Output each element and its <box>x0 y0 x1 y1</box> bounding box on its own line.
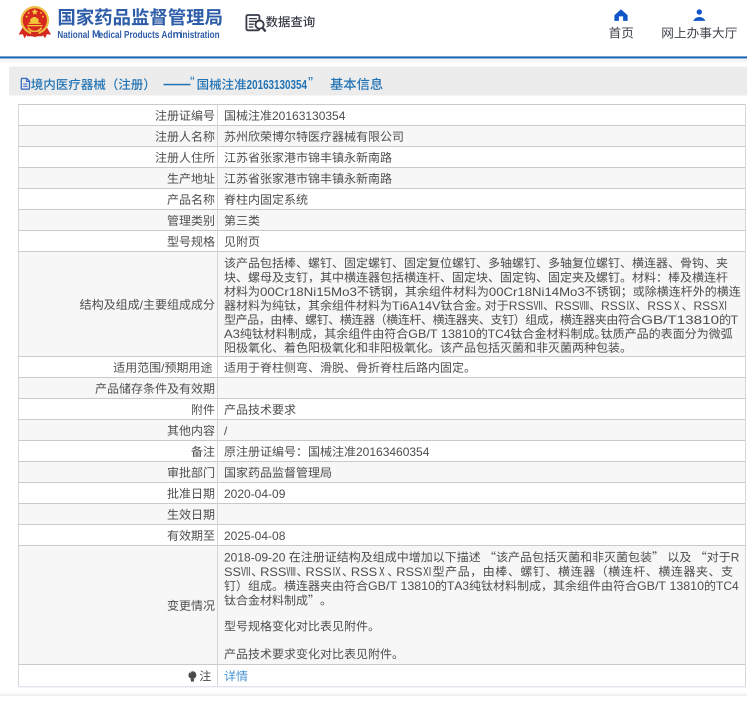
svg-text:“: “ <box>190 73 195 89</box>
svg-text:00Cr18Ni14Mo3: 00Cr18Ni14Mo3 <box>489 285 585 299</box>
svg-text:edical Products Ad: edical Products Ad <box>99 30 173 41</box>
svg-text:2020-04-09: 2020-04-09 <box>224 487 286 501</box>
svg-text:TC4: TC4 <box>488 327 511 341</box>
svg-text:TA3: TA3 <box>447 579 469 593</box>
svg-text:GB/T 13810: GB/T 13810 <box>368 579 435 593</box>
svg-text:2018-09-20: 2018-09-20 <box>224 550 289 564</box>
svg-text:TC4: TC4 <box>716 579 739 593</box>
svg-text:National: National <box>57 30 91 41</box>
svg-text:RSS: RSS <box>396 565 422 579</box>
svg-text:RSS: RSS <box>260 565 286 579</box>
svg-text:2025-04-08: 2025-04-08 <box>224 529 286 543</box>
svg-text:RSS: RSS <box>601 299 626 313</box>
svg-text:20163130354: 20163130354 <box>247 78 307 92</box>
svg-text:SS: SS <box>224 565 241 579</box>
svg-text:20163460354: 20163460354 <box>356 445 430 459</box>
svg-text:Ti6A14V: Ti6A14V <box>392 299 440 313</box>
svg-text:RSS: RSS <box>306 565 332 579</box>
svg-text:RSS: RSS <box>351 565 377 579</box>
svg-text:GB/T 13810: GB/T 13810 <box>637 579 704 593</box>
svg-text:00Cr18Ni15Mo3: 00Cr18Ni15Mo3 <box>260 285 357 299</box>
svg-text:”: ” <box>308 74 313 91</box>
svg-text:RSS: RSS <box>555 299 580 313</box>
svg-text:inistration: inistration <box>180 30 219 41</box>
svg-text:RSS: RSS <box>694 299 719 313</box>
svg-text:A3: A3 <box>224 327 240 341</box>
svg-text:RSS: RSS <box>647 299 672 313</box>
svg-text:RSS: RSS <box>509 299 534 313</box>
svg-text:20163130354: 20163130354 <box>272 109 346 123</box>
svg-text:GB/T 13810: GB/T 13810 <box>408 327 476 341</box>
svg-text:R: R <box>731 550 740 564</box>
svg-text:GB/T13810: GB/T13810 <box>641 313 719 327</box>
svg-text:T: T <box>731 313 739 327</box>
